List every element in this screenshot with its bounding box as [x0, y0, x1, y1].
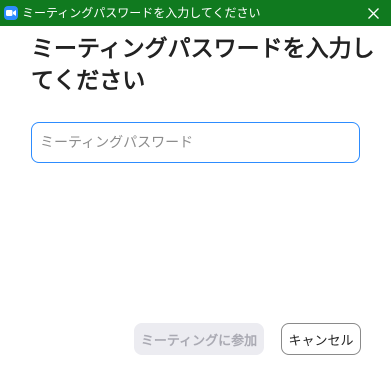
zoom-camera-icon: [4, 6, 18, 20]
join-meeting-button[interactable]: ミーティングに参加: [134, 323, 264, 355]
close-icon: [367, 4, 379, 23]
close-button[interactable]: [355, 0, 391, 26]
window-title: ミーティングパスワードを入力してください: [22, 6, 261, 20]
meeting-password-input[interactable]: [31, 122, 360, 163]
title-bar: ミーティングパスワードを入力してください: [0, 0, 391, 26]
meeting-password-window: ミーティングパスワードを入力してください ミーティングパスワードを入力してくださ…: [0, 0, 391, 385]
cancel-button[interactable]: キャンセル: [281, 323, 361, 355]
dialog-heading: ミーティングパスワードを入力してください: [31, 36, 375, 94]
